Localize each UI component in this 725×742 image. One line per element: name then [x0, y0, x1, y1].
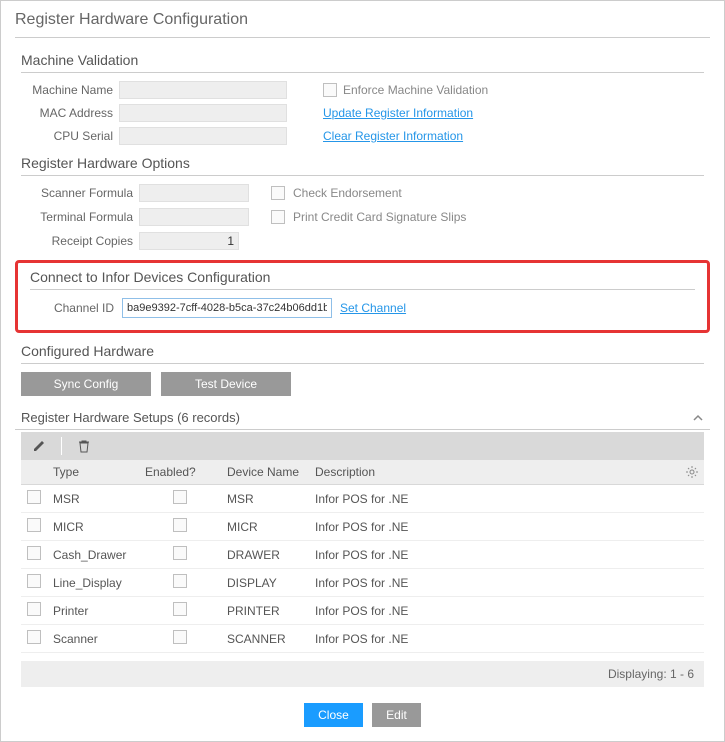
enforce-validation-label: Enforce Machine Validation: [343, 83, 488, 97]
trash-icon[interactable]: [74, 436, 94, 456]
terminal-formula-label: Terminal Formula: [21, 210, 139, 224]
row-enabled-checkbox[interactable]: [173, 574, 187, 588]
terminal-formula-input[interactable]: [139, 208, 249, 226]
toolbar-separator: [61, 437, 62, 455]
machine-name-label: Machine Name: [21, 83, 119, 97]
cpu-serial-label: CPU Serial: [21, 129, 119, 143]
hardware-setups-table: Type Enabled? Device Name Description MS…: [21, 460, 704, 653]
scanner-formula-label: Scanner Formula: [21, 186, 139, 200]
cell-device: MSR: [221, 485, 309, 513]
setups-title: Register Hardware Setups (6 records): [21, 410, 240, 425]
close-button[interactable]: Close: [304, 703, 363, 727]
cell-description: Infor POS for .NE: [309, 485, 680, 513]
cell-device: DISPLAY: [221, 569, 309, 597]
set-channel-link[interactable]: Set Channel: [340, 301, 406, 315]
table-row[interactable]: Line_Display DISPLAYInfor POS for .NE: [21, 569, 704, 597]
dialog-container: Register Hardware Configuration Machine …: [0, 0, 725, 742]
update-register-link[interactable]: Update Register Information: [323, 106, 473, 120]
edit-icon[interactable]: [29, 436, 49, 456]
row-enabled-checkbox[interactable]: [173, 546, 187, 560]
hardware-options-form: Scanner Formula Check Endorsement Termin…: [21, 184, 704, 250]
col-header-device[interactable]: Device Name: [221, 460, 309, 485]
setups-panel-header[interactable]: Register Hardware Setups (6 records): [15, 406, 710, 430]
mac-address-label: MAC Address: [21, 106, 119, 120]
gear-icon[interactable]: [680, 460, 704, 485]
test-device-button[interactable]: Test Device: [161, 372, 291, 396]
col-header-description[interactable]: Description: [309, 460, 680, 485]
table-row[interactable]: Scanner SCANNERInfor POS for .NE: [21, 625, 704, 653]
col-header-enabled[interactable]: Enabled?: [139, 460, 221, 485]
mac-address-input[interactable]: [119, 104, 287, 122]
cpu-serial-input[interactable]: [119, 127, 287, 145]
hardware-options-heading: Register Hardware Options: [21, 155, 704, 176]
row-select-checkbox[interactable]: [27, 602, 41, 616]
channel-id-label: Channel ID: [34, 301, 114, 315]
cell-type: Line_Display: [47, 569, 139, 597]
row-select-checkbox[interactable]: [27, 574, 41, 588]
row-select-checkbox[interactable]: [27, 490, 41, 504]
row-enabled-checkbox[interactable]: [173, 518, 187, 532]
grid-status-bar: Displaying: 1 - 6: [21, 661, 704, 687]
configured-hardware-heading: Configured Hardware: [21, 343, 704, 364]
row-select-checkbox[interactable]: [27, 518, 41, 532]
machine-name-input[interactable]: [119, 81, 287, 99]
edit-button[interactable]: Edit: [372, 703, 421, 727]
table-row[interactable]: MICRMICRInfor POS for .NE: [21, 513, 704, 541]
sync-config-button[interactable]: Sync Config: [21, 372, 151, 396]
cell-description: Infor POS for .NE: [309, 513, 680, 541]
row-enabled-checkbox[interactable]: [173, 490, 187, 504]
cell-type: Cash_Drawer: [47, 541, 139, 569]
row-enabled-checkbox[interactable]: [173, 630, 187, 644]
cell-description: Infor POS for .NE: [309, 569, 680, 597]
table-row[interactable]: Printer PRINTERInfor POS for .NE: [21, 597, 704, 625]
clear-register-link[interactable]: Clear Register Information: [323, 129, 463, 143]
chevron-up-icon[interactable]: [692, 412, 704, 424]
print-slips-checkbox[interactable]: [271, 210, 285, 224]
dialog-footer: Close Edit: [15, 703, 710, 727]
cell-type: MSR: [47, 485, 139, 513]
cell-description: Infor POS for .NE: [309, 625, 680, 653]
dialog-title: Register Hardware Configuration: [15, 11, 710, 38]
grid-toolbar: [21, 432, 704, 460]
cell-type: MICR: [47, 513, 139, 541]
cell-device: SCANNER: [221, 625, 309, 653]
cell-type: Scanner: [47, 625, 139, 653]
channel-id-input[interactable]: [122, 298, 332, 318]
check-endorsement-label: Check Endorsement: [293, 186, 402, 200]
cell-type: Printer: [47, 597, 139, 625]
receipt-copies-label: Receipt Copies: [21, 234, 139, 248]
row-enabled-checkbox[interactable]: [173, 602, 187, 616]
scanner-formula-input[interactable]: [139, 184, 249, 202]
machine-validation-form: Machine Name Enforce Machine Validation …: [21, 81, 704, 145]
connect-devices-heading: Connect to Infor Devices Configuration: [30, 269, 695, 290]
table-row[interactable]: MSRMSRInfor POS for .NE: [21, 485, 704, 513]
check-endorsement-checkbox[interactable]: [271, 186, 285, 200]
cell-device: MICR: [221, 513, 309, 541]
col-header-type[interactable]: Type: [47, 460, 139, 485]
enforce-validation-checkbox[interactable]: [323, 83, 337, 97]
cell-device: DRAWER: [221, 541, 309, 569]
col-header-select: [21, 460, 47, 485]
print-slips-label: Print Credit Card Signature Slips: [293, 210, 466, 224]
row-select-checkbox[interactable]: [27, 546, 41, 560]
row-select-checkbox[interactable]: [27, 630, 41, 644]
machine-validation-heading: Machine Validation: [21, 52, 704, 73]
table-row[interactable]: Cash_Drawer DRAWERInfor POS for .NE: [21, 541, 704, 569]
connect-devices-highlight: Connect to Infor Devices Configuration C…: [15, 260, 710, 333]
cell-description: Infor POS for .NE: [309, 541, 680, 569]
cell-device: PRINTER: [221, 597, 309, 625]
receipt-copies-input[interactable]: [139, 232, 239, 250]
cell-description: Infor POS for .NE: [309, 597, 680, 625]
